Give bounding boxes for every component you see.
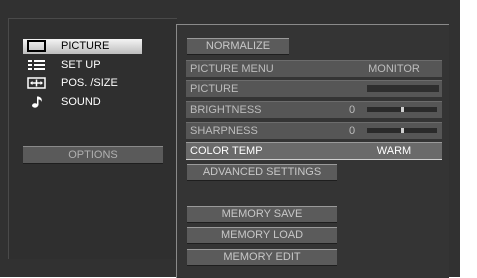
slider-marker	[401, 107, 404, 112]
picture-label: PICTURE	[190, 83, 239, 95]
brightness-label: BRIGHTNESS	[190, 104, 262, 116]
menu-item-label: SOUND	[61, 96, 101, 108]
main-menu-panel: PICTURE SET UP POS. /SIZE SOUND OPTIONS	[8, 18, 177, 259]
memory-load-button[interactable]: MEMORY LOAD	[187, 227, 337, 244]
menu-item-label: PICTURE	[61, 40, 110, 52]
sharpness-value: 0	[349, 125, 356, 137]
monitor-icon	[26, 40, 48, 52]
color-temp-label: COLOR TEMP	[190, 145, 263, 157]
picture-menu-row[interactable]: PICTURE MENU MONITOR	[186, 60, 442, 77]
menu-item-sound[interactable]: SOUND	[23, 95, 142, 110]
brightness-slider[interactable]	[367, 107, 437, 112]
osd-screen: PICTURE SET UP POS. /SIZE SOUND OPTIONS …	[0, 0, 460, 278]
position-icon	[26, 77, 48, 89]
color-temp-row[interactable]: COLOR TEMP WARM	[186, 142, 442, 160]
picture-row[interactable]: PICTURE	[186, 80, 442, 97]
picture-menu-value: MONITOR	[368, 63, 420, 75]
sharpness-label: SHARPNESS	[190, 125, 258, 137]
sharpness-slider[interactable]	[367, 128, 437, 133]
picture-settings-panel: NORMALIZE PICTURE MENU MONITOR PICTURE B…	[176, 24, 449, 278]
picture-value-box	[367, 85, 439, 92]
slider-marker	[401, 128, 404, 133]
list-icon	[26, 59, 48, 71]
memory-edit-button[interactable]: MEMORY EDIT	[187, 249, 337, 266]
menu-item-picture[interactable]: PICTURE	[23, 39, 142, 54]
brightness-value: 0	[349, 104, 356, 116]
color-temp-value: WARM	[376, 145, 412, 157]
menu-item-label: SET UP	[61, 59, 101, 71]
picture-menu-label: PICTURE MENU	[190, 63, 274, 75]
brightness-row[interactable]: BRIGHTNESS 0	[186, 101, 442, 118]
menu-item-setup[interactable]: SET UP	[23, 58, 142, 73]
menu-item-pos-size[interactable]: POS. /SIZE	[23, 76, 142, 91]
music-note-icon	[26, 96, 48, 108]
normalize-button[interactable]: NORMALIZE	[187, 38, 289, 55]
menu-item-label: POS. /SIZE	[61, 77, 118, 89]
sharpness-row[interactable]: SHARPNESS 0	[186, 122, 442, 139]
options-button[interactable]: OPTIONS	[23, 146, 163, 164]
memory-save-button[interactable]: MEMORY SAVE	[187, 206, 337, 223]
advanced-settings-button[interactable]: ADVANCED SETTINGS	[187, 164, 337, 181]
